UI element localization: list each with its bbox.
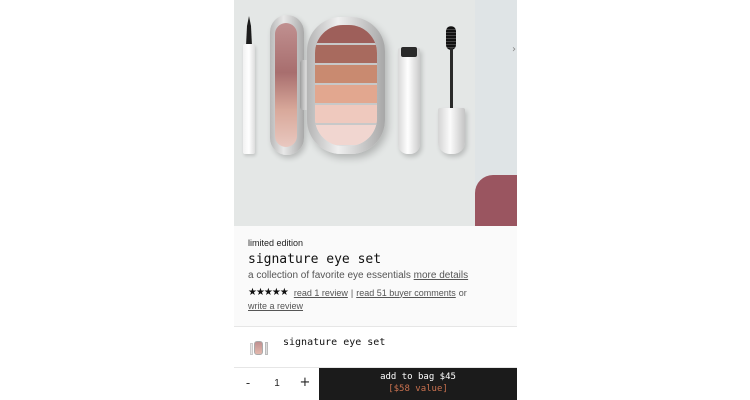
quantity-value[interactable]: 1 [270, 378, 284, 389]
more-details-link[interactable]: more details [414, 270, 468, 281]
increase-quantity-button[interactable]: + [299, 375, 311, 390]
product-description: a collection of favorite eye essentials … [248, 270, 468, 281]
palette-mirror [275, 23, 297, 147]
description-text: a collection of favorite eye essentials [248, 270, 411, 281]
shade-pan [315, 65, 377, 85]
shade-pan [315, 125, 377, 145]
eyeliner-tip-icon [246, 16, 252, 46]
decrease-quantity-button[interactable]: - [243, 376, 253, 390]
mascara-tube [398, 48, 420, 154]
read-review-link[interactable]: read 1 review [294, 288, 348, 298]
reviews-row: ★★★★★ read 1 review | read 51 buyer comm… [248, 287, 467, 298]
shade-pan [315, 85, 377, 105]
mascara-brush-icon [446, 26, 456, 50]
product-page: › limited edition signature eye set a co… [0, 0, 750, 400]
mascara-wand [450, 48, 453, 110]
limited-edition-badge: limited edition [248, 238, 304, 248]
shade-pan [315, 25, 377, 45]
or-text: or [458, 287, 467, 298]
separator: | [350, 287, 354, 298]
included-item-name: signature eye set [283, 337, 386, 348]
eyeshadow-palette [307, 17, 385, 154]
eyeliner-image [243, 44, 255, 154]
write-review-link[interactable]: write a review [248, 301, 303, 311]
product-title: signature eye set [248, 252, 382, 267]
chevron-right-icon[interactable]: › [512, 44, 516, 55]
set-value-label[interactable]: [$58 value] [319, 384, 517, 394]
buyer-comments-link[interactable]: read 51 buyer comments [356, 288, 456, 298]
palette-pans [315, 25, 377, 146]
product-thumbnail-icon [250, 341, 270, 355]
shade-pan [315, 45, 377, 65]
add-to-bag-label[interactable]: add to bag $45 [319, 372, 517, 382]
shade-pan [315, 105, 377, 125]
mascara-tube-top [401, 47, 417, 57]
mascara-cap [438, 108, 465, 154]
rating-stars-icon: ★★★★★ [248, 287, 289, 298]
next-image-preview[interactable] [475, 0, 517, 235]
palette-mirror-lid [270, 15, 304, 155]
